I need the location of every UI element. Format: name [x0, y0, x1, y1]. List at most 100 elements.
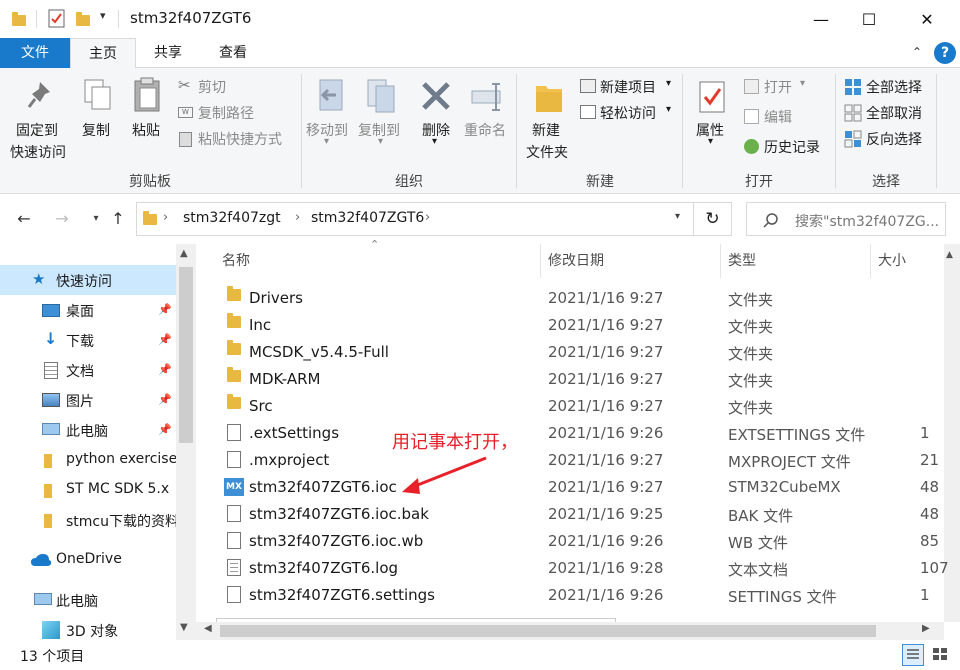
pin-icon[interactable]: 📌 [158, 333, 172, 346]
scroll-left-icon[interactable]: ◀ [204, 623, 212, 634]
new-folder-button[interactable]: 新建 文件夹 [520, 72, 576, 168]
nav-item-this-pc[interactable]: 此电脑 📌 [0, 415, 176, 445]
open-button[interactable]: 打开 ▾ [742, 76, 832, 98]
nav-item-quick-access[interactable]: ★ 快速访问 [0, 265, 176, 295]
file-row[interactable]: MDK-ARM 2021/1/16 9:27 文件夹 [220, 366, 960, 393]
properties-quick-icon[interactable] [48, 9, 66, 29]
nav-item-desktop[interactable]: 桌面 📌 [0, 295, 176, 325]
scroll-down-icon[interactable]: ▼ [180, 622, 188, 633]
tab-share[interactable]: 共享 [136, 38, 200, 68]
chevron-down-icon: ▾ [432, 136, 438, 147]
horizontal-scrollbar-thumb[interactable] [220, 625, 876, 637]
column-divider[interactable] [720, 244, 721, 278]
properties-icon [699, 81, 725, 113]
forward-arrow-icon[interactable]: → [50, 206, 74, 230]
move-to-button[interactable]: 移动到 ▾ [304, 72, 354, 168]
rename-button[interactable]: 重命名 [462, 72, 514, 168]
download-icon: ↓ [44, 329, 58, 348]
pin-icon[interactable]: 📌 [158, 393, 172, 406]
file-type: STM32CubeMX [728, 478, 841, 496]
scroll-up-icon[interactable]: ▲ [946, 250, 953, 260]
copy-to-button[interactable]: 复制到 ▾ [354, 72, 408, 168]
title-bar: ▾ stm32f407ZGT6 — ☐ ✕ [0, 0, 960, 38]
search-input[interactable]: 搜索"stm32f407ZG... [746, 202, 946, 236]
paste-shortcut-button[interactable]: 粘贴快捷方式 [176, 128, 296, 150]
file-row[interactable]: Drivers 2021/1/16 9:27 文件夹 [220, 285, 960, 312]
new-item-button[interactable]: 新建项目 ▾ [578, 76, 678, 98]
new-folder-quick-icon[interactable] [76, 12, 90, 26]
paste-button[interactable]: 粘贴 [126, 72, 170, 168]
file-row[interactable]: MCSDK_v5.4.5-Full 2021/1/16 9:27 文件夹 [220, 339, 960, 366]
delete-button[interactable]: 删除 ▾ [414, 72, 458, 168]
file-row[interactable]: Src 2021/1/16 9:27 文件夹 [220, 393, 960, 420]
nav-scrollbar-thumb[interactable] [179, 267, 193, 443]
address-bar[interactable]: › stm32f407zgt › stm32f407ZGT6 › ▾ [136, 202, 694, 236]
tab-view[interactable]: 查看 [200, 38, 266, 68]
refresh-button[interactable]: ↻ [694, 202, 732, 236]
address-dropdown-icon[interactable]: ▾ [675, 211, 680, 222]
minimize-button[interactable]: — [798, 0, 844, 38]
file-row[interactable]: stm32f407ZGT6.ioc.wb 2021/1/16 9:26 WB 文件 8… [220, 528, 960, 555]
customize-toolbar-icon[interactable]: ▾ [100, 9, 106, 22]
nav-item-this-pc[interactable]: 此电脑 [0, 585, 176, 615]
path-icon: W [178, 107, 193, 118]
column-divider[interactable] [540, 244, 541, 278]
column-header-name[interactable]: 名称 [222, 244, 538, 278]
edit-button[interactable]: 编辑 [742, 106, 832, 128]
nav-item-downloads[interactable]: ↓ 下载 📌 [0, 325, 176, 355]
copy-button[interactable]: 复制 [78, 72, 118, 168]
large-icons-view-icon[interactable] [930, 644, 952, 666]
recent-locations-icon[interactable]: ▾ [84, 206, 108, 230]
properties-button[interactable]: 属性 ▾ [688, 72, 736, 168]
pin-icon[interactable]: 📌 [158, 363, 172, 376]
column-divider[interactable] [870, 244, 871, 278]
nav-label: 图片 [66, 394, 94, 410]
file-row[interactable]: stm32f407ZGT6.ioc.bak 2021/1/16 9:25 BAK 文… [220, 501, 960, 528]
pin-icon[interactable]: 📌 [158, 303, 172, 316]
group-divider [516, 74, 517, 188]
column-header-date[interactable]: 修改日期 [548, 244, 718, 278]
up-arrow-icon[interactable]: ↑ [106, 206, 130, 230]
easy-access-button[interactable]: 轻松访问 ▾ [578, 102, 678, 124]
tab-file[interactable]: 文件 [0, 38, 70, 68]
scroll-up-icon[interactable]: ▲ [180, 248, 188, 259]
nav-item-documents[interactable]: 文档 📌 [0, 355, 176, 385]
chevron-down-icon: ▾ [666, 78, 672, 89]
file-row[interactable]: stm32f407ZGT6.log 2021/1/16 9:28 文本文档 107 [220, 555, 960, 582]
file-row[interactable]: MX stm32f407ZGT6.ioc 2021/1/16 9:27 STM32Cu… [220, 474, 960, 501]
nav-item-folder[interactable]: stmcu下载的资料 [0, 505, 176, 535]
file-type: 文件夹 [728, 291, 774, 309]
file-row[interactable]: stm32f407ZGT6.settings 2021/1/16 9:26 SETT… [220, 582, 960, 609]
chevron-down-icon: ▾ [708, 136, 714, 147]
folder-icon [44, 484, 52, 498]
file-row[interactable]: Inc 2021/1/16 9:27 文件夹 [220, 312, 960, 339]
nav-item-onedrive[interactable]: OneDrive [0, 545, 176, 575]
collapse-ribbon-icon[interactable]: ⌃ [912, 45, 922, 59]
file-icon [227, 586, 241, 603]
file-date: 2021/1/16 9:27 [548, 397, 664, 415]
breadcrumb-item[interactable]: stm32f407ZGT6 [311, 210, 424, 226]
scroll-right-icon[interactable]: ▶ [922, 623, 930, 634]
pin-icon[interactable]: 📌 [158, 423, 172, 436]
breadcrumb-item[interactable]: stm32f407zgt [183, 210, 281, 226]
file-size: 21 [920, 451, 940, 469]
help-icon[interactable]: ? [934, 42, 956, 64]
back-arrow-icon[interactable]: ← [12, 206, 36, 230]
pin-quick-access-button[interactable]: 固定到 快速访问 [6, 72, 76, 168]
history-button[interactable]: 历史记录 [742, 136, 836, 158]
file-row[interactable]: .extSettings 2021/1/16 9:26 EXTSETTINGS 文件… [220, 420, 960, 447]
nav-item-folder[interactable]: ST MC SDK 5.x [0, 475, 176, 505]
folder-icon [227, 286, 241, 301]
tab-home[interactable]: 主页 [70, 38, 136, 69]
nav-item-pictures[interactable]: 图片 📌 [0, 385, 176, 415]
folder-icon [143, 211, 157, 225]
maximize-button[interactable]: ☐ [846, 0, 892, 38]
column-header-type[interactable]: 类型 [728, 244, 868, 278]
file-row[interactable]: .mxproject 2021/1/16 9:27 MXPROJECT 文件 21 [220, 447, 960, 474]
cut-button[interactable]: ✂ 剪切 [176, 76, 296, 98]
nav-item-folder[interactable]: python exercise [0, 445, 176, 475]
column-header-size[interactable]: 大小 [878, 244, 938, 278]
details-view-icon[interactable] [902, 644, 924, 666]
close-button[interactable]: ✕ [904, 0, 950, 38]
copy-path-button[interactable]: W 复制路径 [176, 102, 296, 124]
